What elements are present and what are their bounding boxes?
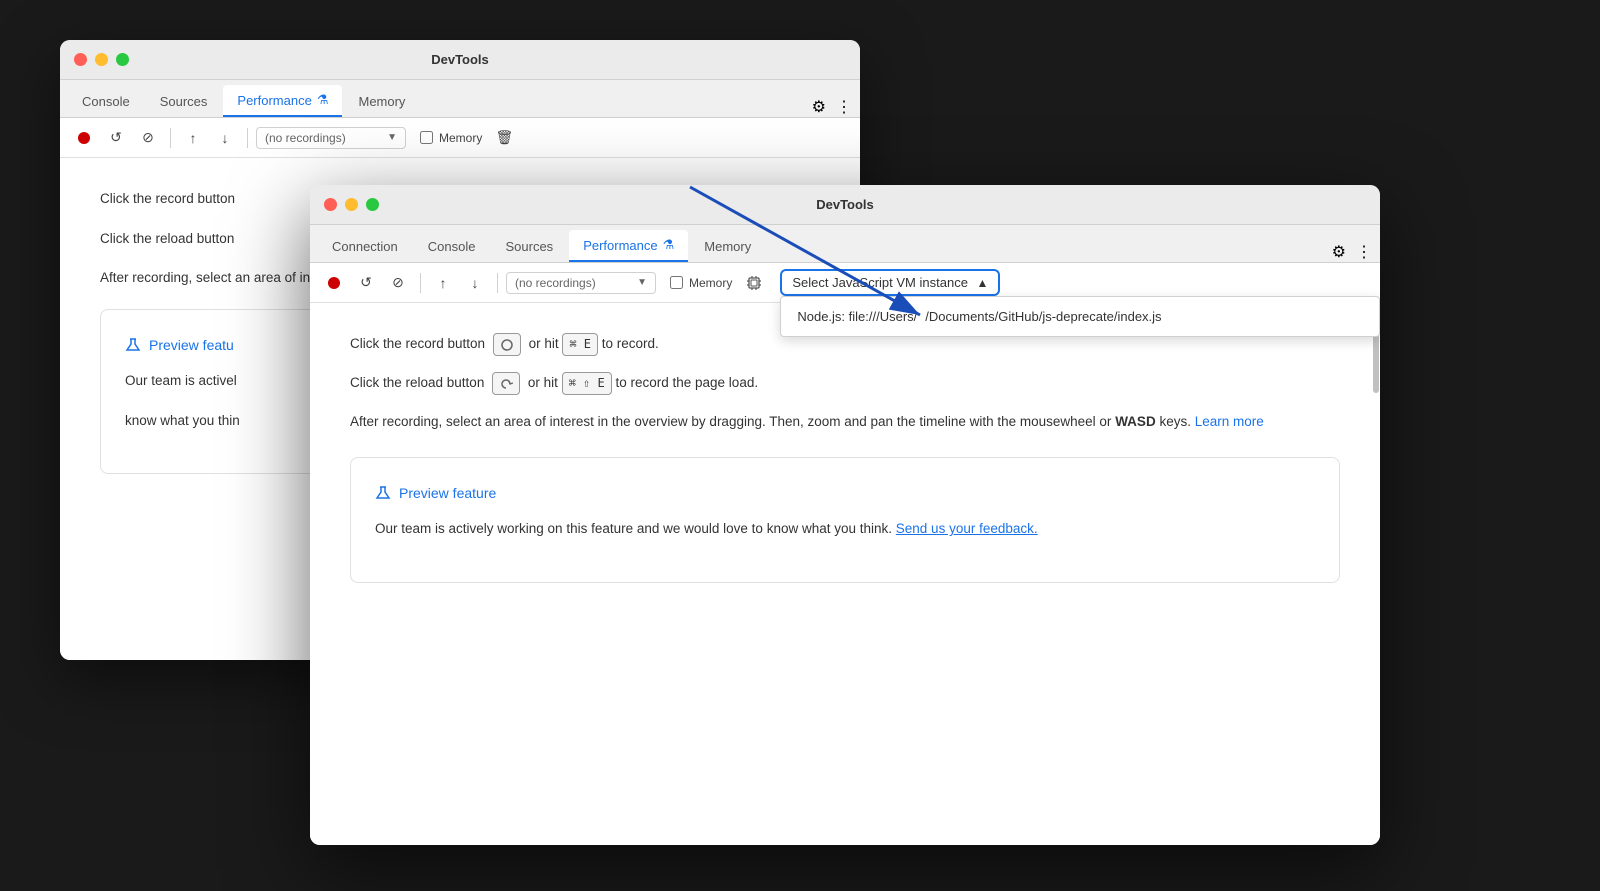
back-recordings-dropdown[interactable]: (no recordings) ▼ [256, 127, 406, 149]
front-separator-2 [497, 273, 498, 293]
vm-dropdown-wrapper: Select JavaScript VM instance ▲ Node.js:… [780, 269, 1000, 296]
front-reload-instruction: Click the reload button or hit ⌘ ⇧ E to … [350, 372, 1340, 395]
front-performance-flask-icon: ⚗ [663, 237, 675, 253]
front-separator-1 [420, 273, 421, 293]
vm-dropdown-menu: Node.js: file:///Users/ /Documents/GitHu… [780, 296, 1380, 337]
back-max-button[interactable] [116, 53, 129, 66]
back-record-button[interactable] [70, 124, 98, 152]
back-tab-settings[interactable]: ⚙ ⋮ [812, 97, 852, 117]
back-dropdown-arrow: ▼ [387, 132, 397, 143]
back-window-controls [74, 53, 129, 66]
front-max-button[interactable] [366, 198, 379, 211]
back-tab-console[interactable]: Console [68, 85, 144, 117]
front-preview-body: Our team is actively working on this fea… [375, 518, 1315, 540]
back-more-icon[interactable]: ⋮ [836, 97, 852, 117]
front-record-button[interactable] [320, 269, 348, 297]
front-tabs-bar: Connection Console Sources Performance ⚗… [310, 225, 1380, 263]
back-tab-performance[interactable]: Performance ⚗ [223, 85, 342, 117]
back-performance-flask-icon: ⚗ [317, 92, 329, 108]
front-recordings-dropdown[interactable]: (no recordings) ▼ [506, 272, 656, 294]
back-download-button[interactable]: ↓ [211, 124, 239, 152]
front-tab-performance[interactable]: Performance ⚗ [569, 230, 688, 262]
front-window: DevTools Connection Console Sources Perf… [310, 185, 1380, 845]
front-close-button[interactable] [324, 198, 337, 211]
front-tab-settings[interactable]: ⚙ ⋮ [1332, 242, 1372, 262]
back-memory-checkbox-wrapper: Memory [420, 131, 482, 145]
back-upload-button[interactable]: ↑ [179, 124, 207, 152]
front-min-button[interactable] [345, 198, 358, 211]
back-tab-sources[interactable]: Sources [146, 85, 222, 117]
back-memory-checkbox[interactable] [420, 131, 433, 144]
front-kbd-record [493, 333, 521, 356]
front-gear-icon[interactable]: ⚙ [1332, 242, 1346, 262]
back-titlebar: DevTools [60, 40, 860, 80]
front-tab-memory[interactable]: Memory [690, 230, 765, 262]
back-delete-button[interactable]: 🗑 [490, 124, 518, 152]
front-more-icon[interactable]: ⋮ [1356, 242, 1372, 262]
front-toolbar: ↺ ⊘ ↑ ↓ (no recordings) ▼ Memory [310, 263, 1380, 303]
back-min-button[interactable] [95, 53, 108, 66]
vm-option-nodejs[interactable]: Node.js: file:///Users/ /Documents/GitHu… [781, 301, 1379, 332]
front-kbd-shortcut-record: ⌘ E [562, 333, 598, 356]
vm-dropdown-button[interactable]: Select JavaScript VM instance ▲ [780, 269, 1000, 296]
back-separator-1 [170, 128, 171, 148]
back-close-button[interactable] [74, 53, 87, 66]
front-tab-console[interactable]: Console [414, 230, 490, 262]
front-preview-title: Preview feature [375, 482, 1315, 504]
back-reload-button[interactable]: ↺ [102, 124, 130, 152]
front-reload-button[interactable]: ↺ [352, 269, 380, 297]
front-wasd-text: WASD [1115, 414, 1156, 429]
front-window-controls [324, 198, 379, 211]
back-window-title: DevTools [431, 52, 489, 67]
front-content: Click the record button or hit ⌘ E to re… [310, 303, 1380, 845]
front-clear-button[interactable]: ⊘ [384, 269, 412, 297]
front-window-title: DevTools [816, 197, 874, 212]
front-download-button[interactable]: ↓ [461, 269, 489, 297]
front-upload-button[interactable]: ↑ [429, 269, 457, 297]
front-tab-sources[interactable]: Sources [491, 230, 567, 262]
front-chip-button[interactable] [740, 269, 768, 297]
front-feedback-link[interactable]: Send us your feedback. [896, 521, 1038, 536]
front-after-instruction: After recording, select an area of inter… [350, 411, 1340, 433]
front-scrollbar[interactable] [1372, 303, 1380, 845]
front-preview-box: Preview feature Our team is actively wor… [350, 457, 1340, 583]
front-dropdown-arrow: ▼ [637, 277, 647, 288]
vm-dropdown-arrow-icon: ▲ [976, 276, 988, 290]
back-tabs-bar: Console Sources Performance ⚗ Memory ⚙ ⋮ [60, 80, 860, 118]
front-titlebar: DevTools [310, 185, 1380, 225]
front-kbd-reload [492, 372, 520, 395]
front-flask-icon [375, 485, 391, 501]
front-kbd-shortcut-reload: ⌘ ⇧ E [562, 372, 612, 395]
back-toolbar: ↺ ⊘ ↑ ↓ (no recordings) ▼ Memory 🗑 [60, 118, 860, 158]
back-gear-icon[interactable]: ⚙ [812, 97, 826, 117]
front-memory-checkbox-wrapper: Memory [670, 276, 732, 290]
back-separator-2 [247, 128, 248, 148]
back-tab-memory[interactable]: Memory [344, 85, 419, 117]
back-flask-icon [125, 337, 141, 353]
front-tab-connection[interactable]: Connection [318, 230, 412, 262]
front-learn-more-link[interactable]: Learn more [1195, 414, 1264, 429]
front-memory-checkbox[interactable] [670, 276, 683, 289]
back-clear-button[interactable]: ⊘ [134, 124, 162, 152]
